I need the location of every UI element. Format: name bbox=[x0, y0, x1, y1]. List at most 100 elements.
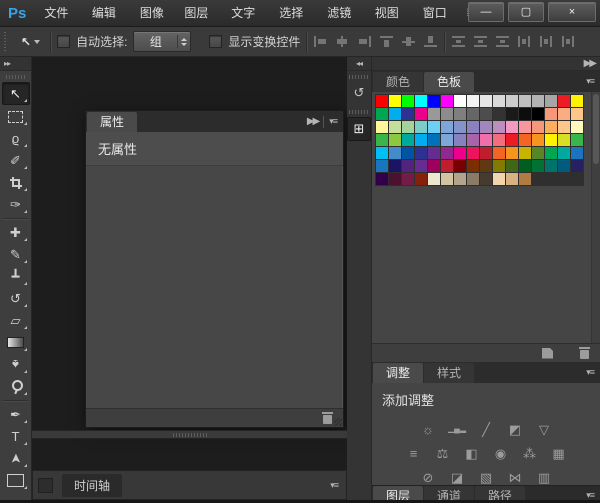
color-swatch[interactable] bbox=[493, 121, 505, 133]
tab-色板[interactable]: 色板 bbox=[424, 72, 475, 92]
color-swatch[interactable] bbox=[506, 108, 518, 120]
color-swatch[interactable] bbox=[545, 147, 557, 159]
distribute-bottom-edges-button[interactable] bbox=[495, 35, 510, 48]
align-vertical-centers-button[interactable] bbox=[401, 35, 416, 48]
color-swatch[interactable] bbox=[376, 160, 388, 172]
color-swatch[interactable] bbox=[558, 134, 570, 146]
gradient-map-icon[interactable]: ⋈ bbox=[505, 469, 525, 485]
menu-item-7[interactable]: 视图(V) bbox=[366, 0, 414, 46]
color-swatch[interactable] bbox=[389, 134, 401, 146]
color-swatch[interactable] bbox=[454, 121, 466, 133]
history-brush-tool[interactable]: ↺ bbox=[3, 288, 29, 309]
color-swatch[interactable] bbox=[493, 95, 505, 107]
color-swatch[interactable] bbox=[415, 95, 427, 107]
color-swatch[interactable] bbox=[376, 95, 388, 107]
color-swatch[interactable] bbox=[454, 147, 466, 159]
selective-color-icon[interactable]: ▥ bbox=[534, 469, 554, 485]
tab-颜色[interactable]: 颜色 bbox=[373, 72, 424, 92]
menu-item-6[interactable]: 滤镜(T) bbox=[318, 0, 365, 46]
color-swatch[interactable] bbox=[519, 134, 531, 146]
color-swatch[interactable] bbox=[558, 147, 570, 159]
distribute-right-edges-button[interactable] bbox=[561, 35, 576, 48]
color-swatch[interactable] bbox=[441, 134, 453, 146]
color-swatch[interactable] bbox=[467, 173, 479, 185]
color-swatch[interactable] bbox=[376, 173, 388, 185]
menu-item-2[interactable]: 图像(I) bbox=[131, 0, 175, 46]
color-swatch[interactable] bbox=[467, 108, 479, 120]
color-swatch[interactable] bbox=[402, 134, 414, 146]
align-right-edges-button[interactable] bbox=[357, 35, 372, 48]
auto-select-target-dropdown[interactable]: 组 bbox=[133, 31, 192, 52]
panel-group-grip[interactable] bbox=[349, 75, 369, 79]
color-swatch[interactable] bbox=[402, 173, 414, 185]
maximize-button[interactable]: ▢ bbox=[508, 2, 544, 22]
eraser-tool[interactable]: ▱ bbox=[3, 310, 29, 331]
color-swatch[interactable] bbox=[441, 95, 453, 107]
color-swatch[interactable] bbox=[441, 160, 453, 172]
align-top-edges-button[interactable] bbox=[379, 35, 394, 48]
brush-tool[interactable]: ✎ bbox=[3, 244, 29, 265]
color-balance-icon[interactable]: ⚖ bbox=[433, 445, 453, 461]
color-swatch[interactable] bbox=[441, 147, 453, 159]
collapse-dock-icon[interactable]: ▶▶ bbox=[584, 58, 597, 69]
color-swatch[interactable] bbox=[415, 173, 427, 185]
bottom-dock-divider[interactable] bbox=[32, 430, 347, 439]
color-swatch[interactable] bbox=[441, 108, 453, 120]
color-swatch[interactable] bbox=[493, 147, 505, 159]
menu-item-4[interactable]: 文字(Y) bbox=[222, 0, 270, 46]
color-swatch[interactable] bbox=[428, 95, 440, 107]
channel-mixer-icon[interactable]: ⁂ bbox=[520, 445, 540, 461]
color-swatch[interactable] bbox=[493, 160, 505, 172]
color-swatch[interactable] bbox=[480, 121, 492, 133]
color-swatch[interactable] bbox=[415, 108, 427, 120]
scrollbar[interactable] bbox=[591, 92, 600, 343]
align-bottom-edges-button[interactable] bbox=[423, 35, 438, 48]
color-swatch[interactable] bbox=[532, 160, 544, 172]
distribute-left-edges-button[interactable] bbox=[517, 35, 532, 48]
color-swatch[interactable] bbox=[519, 121, 531, 133]
color-swatch[interactable] bbox=[402, 95, 414, 107]
panel-menu-icon[interactable]: ▾≡ bbox=[586, 368, 595, 377]
invert-icon[interactable]: ⊘ bbox=[418, 469, 438, 485]
exposure-icon[interactable]: ◩ bbox=[505, 421, 525, 437]
color-swatch[interactable] bbox=[545, 121, 557, 133]
color-swatch[interactable] bbox=[428, 147, 440, 159]
color-swatch[interactable] bbox=[506, 147, 518, 159]
timeline-collapse-box[interactable] bbox=[38, 477, 53, 493]
color-swatch[interactable] bbox=[493, 108, 505, 120]
gradient-tool[interactable] bbox=[3, 332, 29, 353]
color-swatch[interactable] bbox=[532, 121, 544, 133]
color-swatch[interactable] bbox=[571, 147, 583, 159]
rectangular-marquee-tool[interactable] bbox=[3, 106, 29, 127]
color-swatch[interactable] bbox=[454, 108, 466, 120]
tab-样式[interactable]: 样式 bbox=[424, 363, 475, 383]
color-swatch[interactable] bbox=[428, 134, 440, 146]
color-swatch[interactable] bbox=[389, 95, 401, 107]
close-button[interactable]: × bbox=[548, 2, 596, 22]
menu-item-1[interactable]: 编辑(E) bbox=[83, 0, 131, 46]
color-swatch[interactable] bbox=[480, 134, 492, 146]
color-swatch[interactable] bbox=[467, 147, 479, 159]
color-swatch[interactable] bbox=[480, 160, 492, 172]
menu-item-3[interactable]: 图层(L) bbox=[175, 0, 222, 46]
brightness-contrast-icon[interactable]: ☼ bbox=[418, 421, 438, 437]
properties-panel-button[interactable]: ⊞ bbox=[347, 117, 371, 141]
color-swatch[interactable] bbox=[402, 108, 414, 120]
distribute-vertical-centers-button[interactable] bbox=[473, 35, 488, 48]
color-swatch[interactable] bbox=[454, 173, 466, 185]
color-swatch[interactable] bbox=[376, 134, 388, 146]
curves-icon[interactable]: ╱ bbox=[476, 421, 496, 437]
color-swatch[interactable] bbox=[402, 147, 414, 159]
tab-timeline[interactable]: 时间轴 bbox=[62, 473, 123, 497]
color-swatch[interactable] bbox=[506, 95, 518, 107]
levels-icon[interactable]: ▁▄▂ bbox=[447, 421, 467, 437]
history-panel-button[interactable]: ↺ bbox=[348, 82, 370, 104]
crop-tool[interactable] bbox=[3, 172, 29, 193]
color-swatch[interactable] bbox=[480, 173, 492, 185]
align-horizontal-centers-button[interactable] bbox=[335, 35, 350, 48]
color-swatch[interactable] bbox=[506, 134, 518, 146]
hue-saturation-icon[interactable]: ≡ bbox=[404, 445, 424, 461]
color-swatch[interactable] bbox=[571, 95, 583, 107]
quick-selection-tool[interactable]: ✐ bbox=[3, 150, 29, 171]
distribute-horizontal-centers-button[interactable] bbox=[539, 35, 554, 48]
